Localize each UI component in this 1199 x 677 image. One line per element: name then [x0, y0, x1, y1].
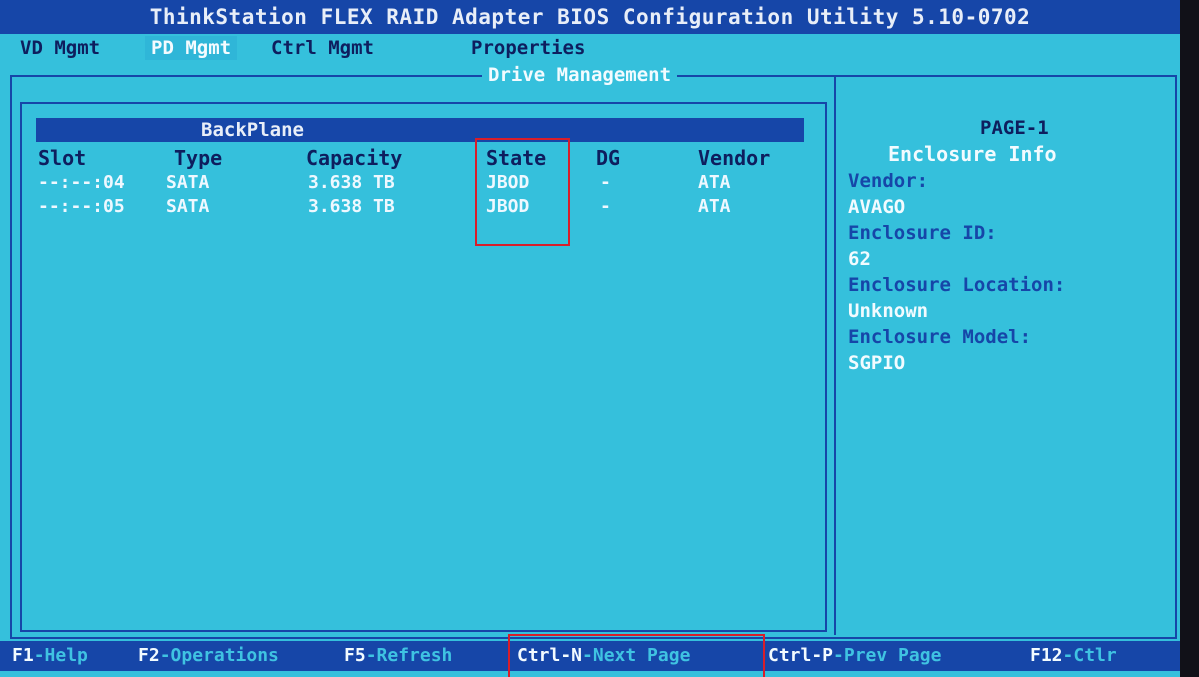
next-page-key-label: -Next Page: [582, 645, 691, 666]
column-header-vendor: Vendor: [698, 146, 771, 170]
help-key-label: -Help: [33, 645, 88, 666]
tab-ctrl-mgmt[interactable]: Ctrl Mgmt: [265, 36, 380, 60]
enclosure-id-value: 62: [848, 248, 871, 270]
column-header-state: State: [486, 146, 547, 170]
cell-vendor: ATA: [698, 172, 731, 193]
controller-key[interactable]: F12-Ctlr: [1030, 641, 1117, 671]
next-page-key-name: Ctrl-N: [517, 645, 583, 666]
enclosure-model-value: SGPIO: [848, 352, 906, 374]
operations-key[interactable]: F2-Operations: [138, 641, 279, 671]
operations-key-label: -Operations: [159, 645, 279, 666]
column-header-slot: Slot: [38, 146, 87, 170]
refresh-key-name: F5: [344, 645, 366, 666]
cell-capacity: 3.638 TB: [308, 196, 395, 217]
refresh-key[interactable]: F5-Refresh: [344, 641, 452, 671]
enclosure-id-label: Enclosure ID:: [848, 222, 997, 244]
tab-vd-mgmt[interactable]: VD Mgmt: [14, 36, 106, 60]
vendor-label: Vendor:: [848, 170, 929, 192]
function-key-bar: F1-Help F2-Operations F5-Refresh Ctrl-N-…: [0, 641, 1180, 671]
cell-slot: --:--:04: [38, 172, 125, 193]
prev-page-key[interactable]: Ctrl-P-Prev Page: [768, 641, 941, 671]
help-key[interactable]: F1-Help: [12, 641, 88, 671]
controller-key-name: F12: [1030, 645, 1063, 666]
refresh-key-label: -Refresh: [365, 645, 453, 666]
monitor-bezel: [1180, 0, 1199, 677]
window-title: ThinkStation FLEX RAID Adapter BIOS Conf…: [0, 0, 1180, 34]
backplane-header[interactable]: BackPlane: [36, 118, 804, 142]
enclosure-model-label: Enclosure Model:: [848, 326, 1032, 348]
menu-bar: VD Mgmt PD Mgmt Ctrl Mgmt Properties: [0, 36, 1180, 60]
table-row[interactable]: --:--:04 SATA 3.638 TB JBOD - ATA: [36, 172, 804, 194]
cell-state: JBOD: [486, 172, 530, 193]
cell-type: SATA: [166, 196, 210, 217]
prev-page-key-label: -Prev Page: [833, 645, 942, 666]
cell-dg: -: [600, 196, 611, 217]
bios-screen: ThinkStation FLEX RAID Adapter BIOS Conf…: [0, 0, 1180, 677]
cell-state: JBOD: [486, 196, 530, 217]
operations-key-name: F2: [138, 645, 160, 666]
table-row[interactable]: --:--:05 SATA 3.638 TB JBOD - ATA: [36, 196, 804, 218]
enclosure-location-label: Enclosure Location:: [848, 274, 1066, 296]
tab-pd-mgmt[interactable]: PD Mgmt: [145, 36, 238, 60]
section-title: Drive Management: [482, 64, 678, 86]
controller-key-label: -Ctlr: [1062, 645, 1117, 666]
enclosure-info-title: Enclosure Info: [888, 142, 1057, 166]
column-header-type: Type: [174, 146, 223, 170]
backplane-header-label: BackPlane: [201, 119, 304, 141]
prev-page-key-name: Ctrl-P: [768, 645, 834, 666]
column-header-dg: DG: [596, 146, 621, 170]
help-key-name: F1: [12, 645, 34, 666]
tab-properties[interactable]: Properties: [465, 36, 591, 60]
cell-slot: --:--:05: [38, 196, 125, 217]
next-page-key[interactable]: Ctrl-N-Next Page: [517, 641, 690, 671]
page-indicator: PAGE-1: [980, 117, 1049, 139]
column-header-capacity: Capacity: [306, 146, 403, 170]
enclosure-location-value: Unknown: [848, 300, 929, 322]
cell-capacity: 3.638 TB: [308, 172, 395, 193]
cell-type: SATA: [166, 172, 210, 193]
cell-dg: -: [600, 172, 611, 193]
vendor-value: AVAGO: [848, 196, 906, 218]
cell-vendor: ATA: [698, 196, 731, 217]
